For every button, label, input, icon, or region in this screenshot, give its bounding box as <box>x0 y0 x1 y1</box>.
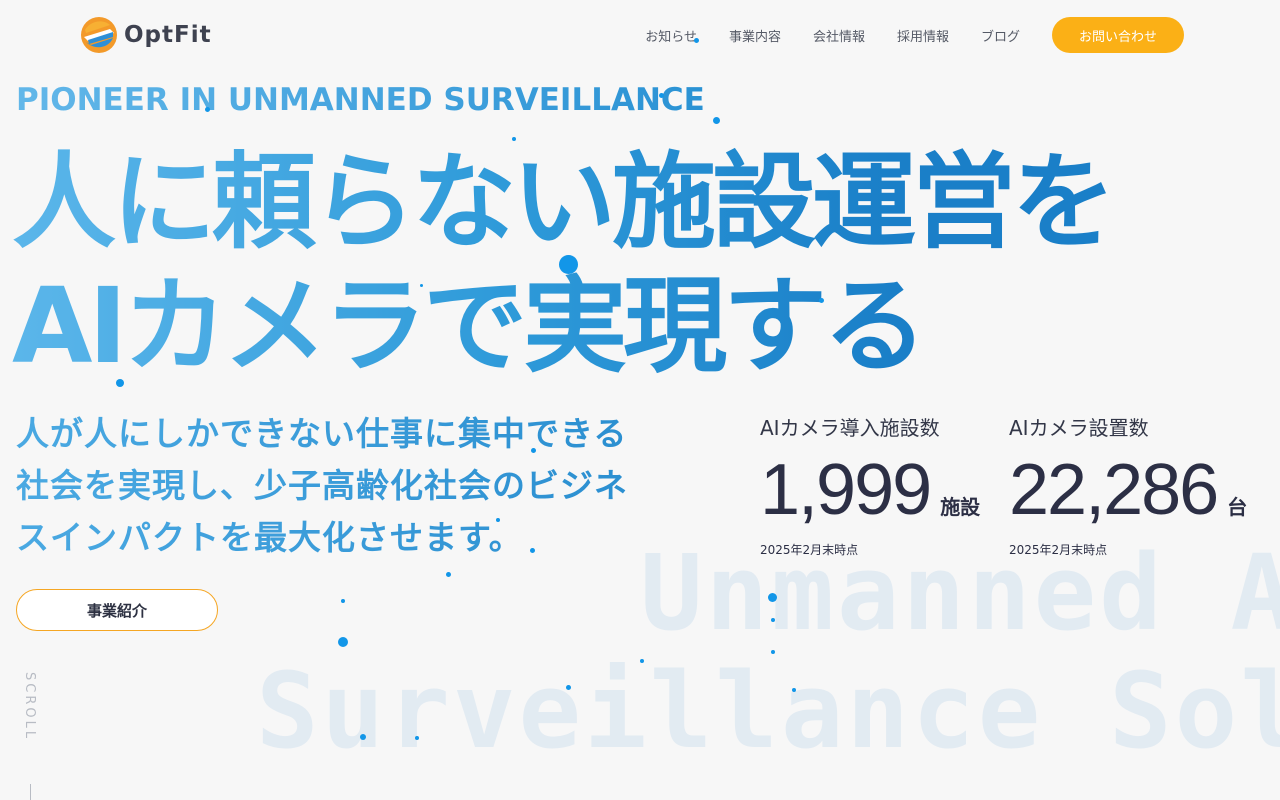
particle-dot <box>360 734 366 740</box>
particle-dot <box>771 650 775 654</box>
scroll-indicator[interactable]: SCROLL <box>22 672 37 741</box>
logo-link[interactable]: OptFit <box>80 16 212 54</box>
nav-item-recruit[interactable]: 採用情報 <box>897 26 949 45</box>
scroll-line <box>30 784 31 800</box>
stat-value: 22,286 <box>1009 450 1219 530</box>
nav-item-business[interactable]: 事業内容 <box>729 26 781 45</box>
stat-unit: 台 <box>1227 495 1248 519</box>
particle-dot <box>415 736 419 740</box>
headline-line-1: 人に頼らない施設運営を <box>12 141 1113 263</box>
stat-value-row: 22,286 台 <box>1009 449 1247 531</box>
particle-dot <box>446 572 451 577</box>
particle-dot <box>338 637 348 647</box>
stat-note: 2025年2月末時点 <box>1009 543 1108 557</box>
logo-icon <box>81 17 117 53</box>
main-nav: お知らせ 事業内容 会社情報 採用情報 ブログ お問い合わせ <box>645 17 1184 53</box>
hero-eyebrow: PIONEER IN UNMANNED SURVEILLANCE <box>16 82 705 118</box>
stat-cameras: AIカメラ設置数 22,286 台 2025年2月末時点 <box>1009 412 1247 558</box>
particle-dot <box>566 685 571 690</box>
logo-text: OptFit <box>124 22 212 48</box>
stat-facilities: AIカメラ導入施設数 1,999 施設 2025年2月末時点 <box>760 412 980 558</box>
stat-value-row: 1,999 施設 <box>760 449 980 531</box>
business-intro-button[interactable]: 事業紹介 <box>16 589 218 631</box>
site-header: OptFit お知らせ 事業内容 会社情報 採用情報 ブログ お問い合わせ <box>0 0 1280 70</box>
nav-item-news[interactable]: お知らせ <box>645 26 697 45</box>
hero-lead: 人が人にしかできない仕事に集中できる 社会を実現し、少子高齢化社会のビジネ スイ… <box>16 408 656 564</box>
particle-dot <box>713 117 720 124</box>
stat-label: AIカメラ導入施設数 <box>760 416 940 440</box>
particle-dot <box>768 593 777 602</box>
stat-note: 2025年2月末時点 <box>760 543 859 557</box>
particle-field <box>0 0 1280 800</box>
hero-section: OptFit お知らせ 事業内容 会社情報 採用情報 ブログ お問い合わせ PI… <box>0 0 1280 800</box>
particle-dot <box>640 659 644 663</box>
lead-line-3: スインパクトを最大化させます。 <box>16 518 523 557</box>
stat-label: AIカメラ設置数 <box>1009 416 1149 440</box>
nav-item-blog[interactable]: ブログ <box>981 26 1020 45</box>
stat-value: 1,999 <box>760 450 932 530</box>
particle-dot <box>792 688 796 692</box>
stat-unit: 施設 <box>940 495 981 519</box>
particle-dot <box>771 618 775 622</box>
lead-line-2: 社会を実現し、少子高齢化社会のビジネ <box>16 466 628 505</box>
nav-item-company[interactable]: 会社情報 <box>813 26 865 45</box>
hero-headline: 人に頼らない施設運営を AIカメラで実現する <box>12 140 1112 388</box>
particle-dot <box>341 599 345 603</box>
headline-line-2: AIカメラで実現する <box>12 265 924 387</box>
contact-button[interactable]: お問い合わせ <box>1052 17 1184 53</box>
page: Unmanned AI Surveillance Solution OptFit… <box>0 0 1280 800</box>
lead-line-1: 人が人にしかできない仕事に集中できる <box>16 414 628 453</box>
